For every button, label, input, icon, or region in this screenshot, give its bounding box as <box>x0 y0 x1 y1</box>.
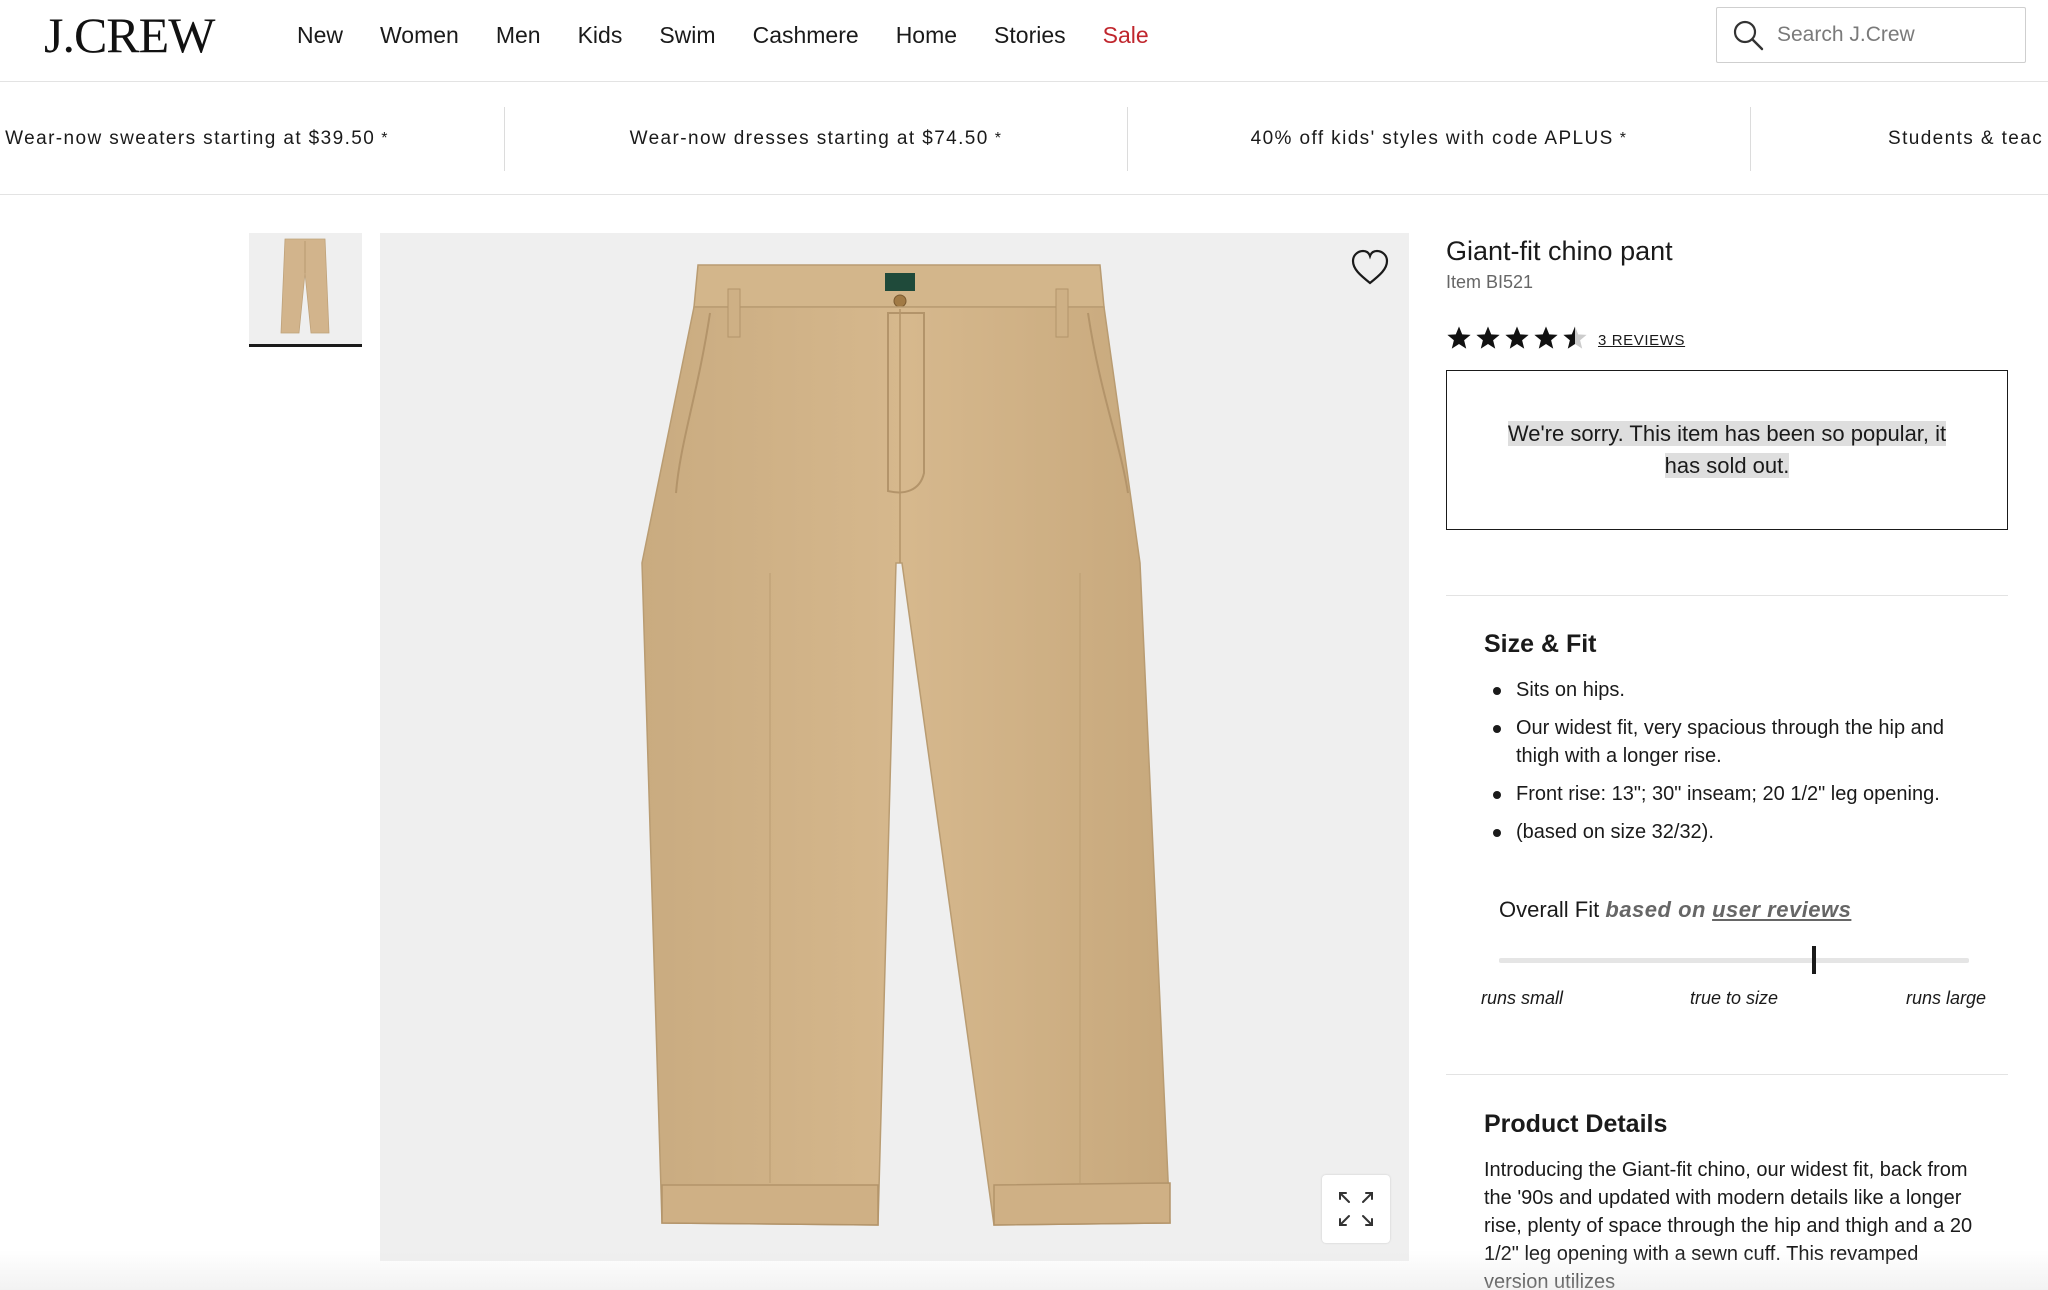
nav-kids[interactable]: Kids <box>578 20 623 50</box>
expand-icon <box>1339 1192 1373 1226</box>
product-details-heading: Product Details <box>1484 1110 1668 1138</box>
promo-text: Wear-now sweaters starting at $39.50 <box>5 128 376 149</box>
promo-kids[interactable]: 40% off kids' styles with code APLUS * <box>1128 83 1750 194</box>
size-fit-heading: Size & Fit <box>1484 630 1597 658</box>
list-item: (based on size 32/32). <box>1484 818 1964 846</box>
fit-scale-track <box>1499 946 1969 974</box>
promo-dresses[interactable]: Wear-now dresses starting at $74.50 * <box>505 83 1127 194</box>
product-title: Giant-fit chino pant <box>1446 236 1673 266</box>
list-item: Sits on hips. <box>1484 676 1964 704</box>
star-icon <box>1447 326 1471 349</box>
nav-swim[interactable]: Swim <box>659 20 715 50</box>
product-thumbnail[interactable] <box>249 233 362 347</box>
rating-stars[interactable] <box>1446 325 1588 351</box>
list-item: Front rise: 13"; 30" inseam; 20 1/2" leg… <box>1484 780 1964 808</box>
promo-star: * <box>994 130 1003 147</box>
promo-text: 40% off kids' styles with code APLUS <box>1250 128 1614 149</box>
nav-stories[interactable]: Stories <box>994 20 1066 50</box>
list-item: Our widest fit, very spacious through th… <box>1484 714 1964 770</box>
jcrew-logo[interactable]: J.CREW <box>44 8 215 62</box>
overall-fit-label: Overall Fit <box>1499 897 1600 922</box>
search-box[interactable] <box>1716 7 2026 63</box>
overall-fit: Overall Fit based on user reviews <box>1499 897 1851 923</box>
sold-out-message: We're sorry. This item has been so popul… <box>1497 418 1957 482</box>
divider <box>1446 595 2008 596</box>
size-fit-list: Sits on hips. Our widest fit, very spaci… <box>1484 676 1964 856</box>
pants-thumbnail-image <box>280 238 330 334</box>
star-icon <box>1563 326 1587 349</box>
search-input[interactable] <box>1777 23 2007 47</box>
divider <box>1446 1074 2008 1075</box>
site-header: J.CREW New Women Men Kids Swim Cashmere … <box>0 0 2048 82</box>
fit-scale-marker <box>1811 946 1816 974</box>
main-nav: New Women Men Kids Swim Cashmere Home St… <box>297 20 1186 50</box>
promo-star: * <box>1619 130 1628 147</box>
fit-label-large: runs large <box>1905 988 1987 1008</box>
sold-out-text: We're sorry. This item has been so popul… <box>1507 421 1947 478</box>
fit-label-small: runs small <box>1480 988 1564 1008</box>
star-icon <box>1476 326 1500 349</box>
reviews-link[interactable]: 3 REVIEWS <box>1598 332 1685 349</box>
search-icon[interactable] <box>1731 18 1765 52</box>
nav-women[interactable]: Women <box>380 20 459 50</box>
nav-sale[interactable]: Sale <box>1103 20 1149 50</box>
heart-icon[interactable] <box>1350 248 1390 288</box>
fit-label-true: true to size <box>1689 988 1779 1008</box>
promo-sweaters[interactable]: Wear-now sweaters starting at $39.50 * <box>0 83 402 194</box>
promo-divider <box>1750 107 1751 171</box>
based-on-text: based on <box>1605 897 1706 922</box>
pants-image <box>641 264 1171 1226</box>
promo-star: * <box>381 130 389 147</box>
promo-text: Wear-now dresses starting at $74.50 <box>629 128 989 149</box>
nav-men[interactable]: Men <box>496 20 541 50</box>
promo-students[interactable]: Students & teac <box>1888 83 2044 194</box>
expand-button[interactable] <box>1322 1175 1390 1243</box>
sold-out-message-box: We're sorry. This item has been so popul… <box>1446 370 2008 530</box>
product-details-text: Introducing the Giant-fit chino, our wid… <box>1484 1159 1973 1290</box>
star-icon <box>1534 326 1558 349</box>
item-number: Item BI521 <box>1446 272 1534 292</box>
nav-home[interactable]: Home <box>896 20 957 50</box>
star-icon <box>1505 326 1529 349</box>
promo-bar: Wear-now sweaters starting at $39.50 * We… <box>0 83 2048 195</box>
user-reviews-link[interactable]: user reviews <box>1712 897 1851 922</box>
nav-new[interactable]: New <box>297 20 343 50</box>
promo-text: Students & teac <box>1888 128 2044 149</box>
nav-cashmere[interactable]: Cashmere <box>753 20 859 50</box>
product-main-image[interactable] <box>380 233 1409 1261</box>
